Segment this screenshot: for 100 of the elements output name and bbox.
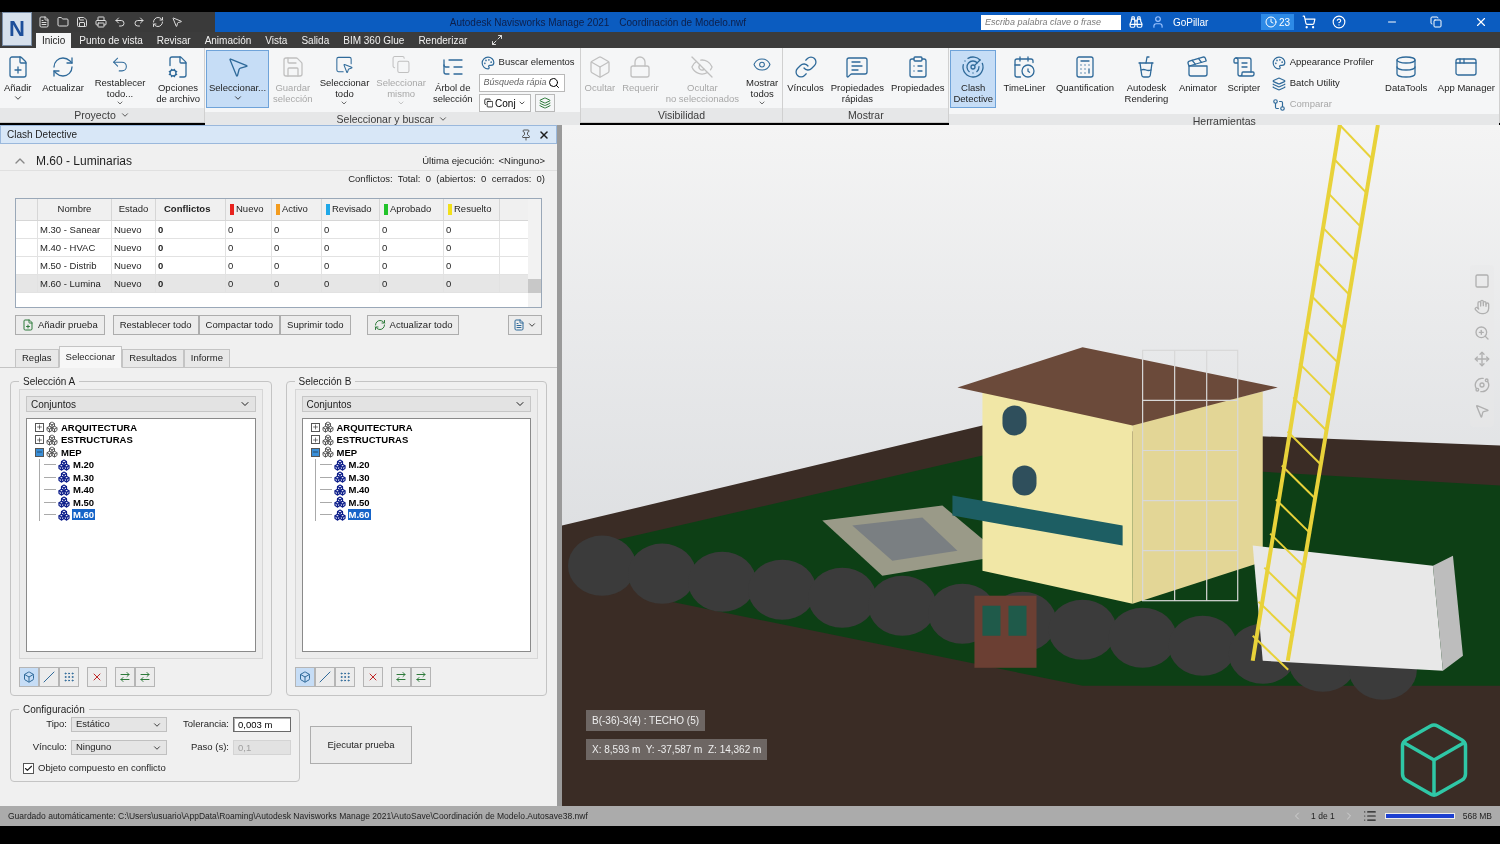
ribbon-button[interactable]: Propiedades	[888, 50, 948, 108]
column-header[interactable]: Estado	[112, 199, 156, 220]
ribbon-button[interactable]: Añadir	[1, 50, 35, 108]
tree-item[interactable]: M.30	[347, 471, 371, 483]
expand-icon[interactable]	[35, 435, 44, 445]
application-menu-button[interactable]: N	[2, 12, 32, 46]
ribbon-button[interactable]: Vínculos	[784, 50, 827, 108]
panel-tab[interactable]: Resultados	[122, 349, 184, 368]
table-row[interactable]: M.40 - HVAC Nuevo 0 0 0 0 0 0	[16, 239, 528, 257]
ribbon-tab[interactable]: Animación	[198, 33, 258, 48]
pointer-icon[interactable]	[171, 16, 183, 28]
ribbon-button[interactable]: Mostrar todos	[743, 50, 782, 108]
ribbon-button[interactable]: Árbol de selección	[429, 50, 476, 108]
toolbar-button[interactable]	[59, 667, 79, 687]
panel-tab[interactable]: Informe	[183, 349, 230, 368]
action-button[interactable]: Suprimir todo	[280, 315, 351, 335]
ribbon-button[interactable]: Animator	[1175, 50, 1220, 108]
tree-item[interactable]: M.40	[72, 484, 96, 496]
column-header[interactable]: Nuevo	[226, 199, 272, 220]
column-header[interactable]: Nombre	[38, 199, 112, 220]
ribbon-button[interactable]: Propiedades rápidas	[827, 50, 888, 108]
close-icon[interactable]	[1474, 15, 1488, 29]
source-dropdown[interactable]: Conjuntos	[26, 396, 256, 412]
ribbon-button[interactable]: Batch Utility	[1269, 74, 1376, 93]
ribbon-button[interactable]: Autodesk Rendering	[1121, 50, 1172, 108]
3d-viewport[interactable]: B(-36)-3(4) : TECHO (5) X: 8,593 m Y: -37,587 m Z: 14,362 m	[562, 125, 1500, 806]
set-dropdown[interactable]: Conj	[478, 94, 531, 112]
quick-search-field[interactable]: Búsqueda rápia	[478, 74, 565, 92]
panel-tab[interactable]: Seleccionar	[58, 346, 123, 368]
action-button[interactable]: Compactar todo	[198, 315, 281, 335]
ribbon-button[interactable]: Quantification	[1052, 50, 1118, 108]
binoculars-icon[interactable]	[1128, 15, 1143, 29]
select-field[interactable]: Estático	[71, 717, 167, 732]
select-field[interactable]: Ninguno	[71, 740, 167, 755]
column-header[interactable]: Resuelto	[444, 199, 500, 220]
cart-icon[interactable]	[1302, 15, 1316, 29]
tree-item[interactable]: ARQUITECTURA	[335, 421, 414, 433]
collapse-icon[interactable]	[310, 447, 320, 457]
tree-item[interactable]: M.20	[72, 459, 96, 471]
run-test-button[interactable]: Ejecutar prueba	[310, 726, 412, 765]
panel-tab[interactable]: Reglas	[15, 349, 59, 368]
column-header[interactable]: Aprobado	[380, 199, 444, 220]
ribbon-tab[interactable]: Inicio	[36, 33, 72, 48]
action-button[interactable]: Añadir prueba	[15, 315, 105, 335]
table-row[interactable]: M.60 - Lumina Nuevo 0 0 0 0 0 0	[16, 275, 528, 293]
save-icon[interactable]	[76, 16, 88, 28]
column-header[interactable]: Activo	[272, 199, 322, 220]
toolbar-button[interactable]	[115, 667, 135, 687]
ribbon-tab[interactable]: Revisar	[150, 33, 197, 48]
source-dropdown[interactable]: Conjuntos	[301, 396, 531, 412]
expand-icon[interactable]	[310, 422, 320, 432]
column-header[interactable]: Revisado	[322, 199, 380, 220]
restore-icon[interactable]	[1430, 16, 1442, 28]
user-name[interactable]: GoPillar	[1172, 14, 1253, 30]
toolbar-button[interactable]	[19, 667, 39, 687]
expand-icon[interactable]	[310, 435, 320, 445]
close-icon[interactable]	[538, 128, 550, 141]
expand-icon[interactable]	[35, 422, 44, 432]
toolbar-button[interactable]	[390, 667, 411, 687]
tree-item[interactable]: M.60	[347, 509, 371, 521]
redo-icon[interactable]	[133, 16, 145, 28]
search-field[interactable]: Escriba palabra clave o frase	[980, 14, 1121, 30]
notification-badge[interactable]: 23	[1260, 14, 1294, 30]
tree-item[interactable]: ESTRUCTURAS	[60, 434, 134, 446]
scrollbar[interactable]	[528, 199, 541, 307]
ribbon-button[interactable]: Appearance Profiler	[1269, 53, 1376, 72]
printer-icon[interactable]	[95, 16, 107, 28]
toolbar-button[interactable]	[362, 667, 383, 687]
toolbar-button[interactable]	[135, 667, 155, 687]
help-icon[interactable]	[1332, 15, 1346, 29]
folder-icon[interactable]	[57, 16, 69, 28]
collapse-icon[interactable]	[35, 447, 44, 457]
ribbon-button[interactable]: Seleccionar todo	[316, 50, 373, 108]
action-button[interactable]: Actualizar todo	[366, 315, 460, 335]
ribbon-button[interactable]	[534, 94, 555, 112]
tree-item[interactable]: MEP	[60, 446, 83, 458]
panel-toggle-icon[interactable]	[491, 34, 504, 46]
tree-item[interactable]: M.20	[347, 459, 371, 471]
ribbon-button[interactable]: Actualizar	[39, 50, 87, 108]
ribbon-tab[interactable]: Vista	[259, 33, 294, 48]
table-row[interactable]: M.50 - Distrib Nuevo 0 0 0 0 0 0	[16, 257, 528, 275]
toolbar-button[interactable]	[410, 667, 431, 687]
ribbon-button[interactable]: Seleccionar...	[206, 50, 270, 108]
ribbon-tab[interactable]: Salida	[295, 33, 336, 48]
ribbon-button[interactable]: Buscar elementos	[478, 53, 577, 72]
ribbon-button[interactable]: App Manager	[1434, 50, 1498, 108]
column-header[interactable]: Conflictos	[156, 199, 226, 220]
ribbon-button[interactable]: DataTools	[1382, 50, 1431, 108]
refresh-icon[interactable]	[152, 16, 164, 28]
tree-item[interactable]: M.30	[72, 471, 96, 483]
ribbon-button[interactable]: Scripter	[1224, 50, 1264, 108]
ribbon-button[interactable]: TimeLiner	[1000, 50, 1049, 108]
checkbox[interactable]	[23, 762, 34, 774]
new-file-icon[interactable]	[38, 16, 50, 28]
ribbon-tab[interactable]: Renderizar	[412, 33, 474, 48]
ribbon-button[interactable]: Restablecer todo...	[91, 50, 149, 108]
tree-item[interactable]: M.40	[347, 484, 371, 496]
undo-icon[interactable]	[114, 16, 126, 28]
ribbon-button[interactable]: Opciones de archivo	[153, 50, 203, 108]
tree-item[interactable]: M.50	[72, 496, 96, 508]
